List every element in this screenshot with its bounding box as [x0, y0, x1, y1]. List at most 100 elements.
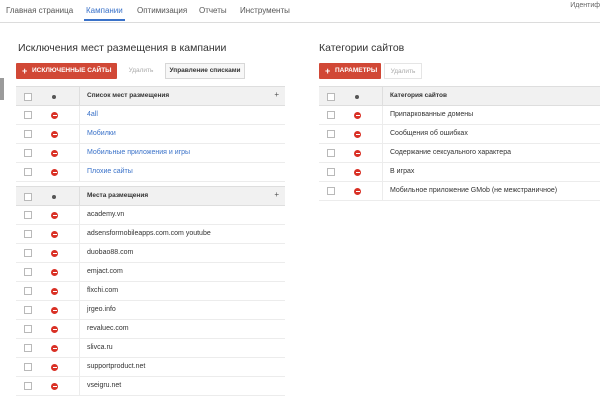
excluded-status-icon: [51, 169, 58, 176]
row-checkbox[interactable]: [24, 268, 32, 276]
row-checkbox[interactable]: [24, 287, 32, 295]
placement-list-link[interactable]: Плохие сайты: [87, 168, 133, 175]
placement-url: adsensformobileapps.com.com youtube: [87, 230, 211, 237]
table-row: Мобильные приложения и игры: [16, 144, 285, 163]
row-checkbox[interactable]: [24, 130, 32, 138]
add-parameters-button[interactable]: + ПАРАМЕТРЫ: [319, 63, 381, 79]
site-category: Мобильное приложение GMob (не межстранич…: [390, 187, 558, 194]
excluded-status-icon: [51, 112, 58, 119]
status-column-icon: [355, 95, 359, 99]
table-row: 4all: [16, 106, 285, 125]
placement-url: academy.vn: [87, 211, 125, 218]
table-row: В играх: [319, 163, 600, 182]
excluded-status-icon: [51, 150, 58, 157]
account-identifier[interactable]: Идентиф: [570, 2, 600, 9]
site-category: Сообщения об ошибках: [390, 130, 468, 137]
row-checkbox[interactable]: [24, 211, 32, 219]
excluded-status-icon: [51, 307, 58, 314]
excluded-status-icon: [354, 112, 361, 119]
table-row: Плохие сайты: [16, 163, 285, 182]
table-row: duobao88.com: [16, 244, 285, 263]
nav-tab-optimization[interactable]: Оптимизация: [137, 6, 187, 15]
excluded-status-icon: [51, 326, 58, 333]
site-category: Содержание сексуального характера: [390, 149, 511, 156]
site-category: В играх: [390, 168, 415, 175]
column-header-site-category[interactable]: Категория сайтов: [390, 92, 447, 99]
row-checkbox[interactable]: [24, 249, 32, 257]
excluded-status-icon: [51, 131, 58, 138]
placements-table: Места размещения + academy.vn adsensform…: [16, 186, 285, 396]
active-tab-indicator: [84, 19, 125, 21]
top-navigation: Главная страница Кампании Оптимизация От…: [0, 0, 600, 23]
row-checkbox[interactable]: [327, 168, 335, 176]
row-checkbox[interactable]: [327, 149, 335, 157]
excluded-status-icon: [51, 288, 58, 295]
nav-tab-campaigns[interactable]: Кампании: [86, 6, 123, 15]
status-column-icon: [52, 195, 56, 199]
row-checkbox[interactable]: [327, 130, 335, 138]
placement-lists-table: Список мест размещения + 4all Мобилки Мо…: [16, 86, 285, 182]
excluded-status-icon: [51, 364, 58, 371]
status-column-icon: [52, 95, 56, 99]
manage-lists-button[interactable]: Управление списками: [165, 63, 245, 79]
excluded-status-icon: [51, 383, 58, 390]
column-header-placements[interactable]: Места размещения: [87, 192, 148, 199]
table-row: Содержание сексуального характера: [319, 144, 600, 163]
sort-arrow-icon[interactable]: +: [274, 190, 279, 199]
add-excluded-sites-label: ИСКЛЮЧЕННЫЕ САЙТЫ: [32, 67, 112, 74]
table-row: Мобилки: [16, 125, 285, 144]
select-all-checkbox[interactable]: [327, 93, 335, 101]
placement-url: emjact.com: [87, 268, 123, 275]
excluded-status-icon: [354, 169, 361, 176]
site-category: Припаркованные домены: [390, 111, 474, 118]
placement-list-link[interactable]: Мобильные приложения и игры: [87, 149, 190, 156]
remove-category-button[interactable]: Удалить: [384, 63, 422, 79]
table-row: jrgeo.info: [16, 301, 285, 320]
add-excluded-sites-button[interactable]: + ИСКЛЮЧЕННЫЕ САЙТЫ: [16, 63, 117, 79]
table-row: revaluec.com: [16, 320, 285, 339]
table-row: supportproduct.net: [16, 358, 285, 377]
excluded-status-icon: [354, 131, 361, 138]
sort-arrow-icon[interactable]: +: [274, 90, 279, 99]
excluded-status-icon: [51, 345, 58, 352]
select-all-checkbox[interactable]: [24, 193, 32, 201]
table-header: Места размещения +: [16, 186, 285, 206]
table-row: emjact.com: [16, 263, 285, 282]
placement-url: supportproduct.net: [87, 363, 146, 370]
row-checkbox[interactable]: [24, 306, 32, 314]
excluded-status-icon: [51, 212, 58, 219]
table-row: academy.vn: [16, 206, 285, 225]
table-row: vseigru.net: [16, 377, 285, 396]
remove-button[interactable]: Удалить: [123, 63, 159, 79]
placement-list-link[interactable]: Мобилки: [87, 130, 116, 137]
excluded-status-icon: [51, 231, 58, 238]
select-all-checkbox[interactable]: [24, 93, 32, 101]
row-checkbox[interactable]: [24, 230, 32, 238]
row-checkbox[interactable]: [24, 344, 32, 352]
row-checkbox[interactable]: [24, 363, 32, 371]
row-checkbox[interactable]: [24, 149, 32, 157]
row-checkbox[interactable]: [24, 325, 32, 333]
add-parameters-label: ПАРАМЕТРЫ: [335, 67, 378, 74]
placement-list-link[interactable]: 4all: [87, 111, 98, 118]
excluded-status-icon: [51, 250, 58, 257]
placement-exclusions-title: Исключения мест размещения в кампании: [18, 42, 227, 54]
table-row: flxchi.com: [16, 282, 285, 301]
row-checkbox[interactable]: [24, 382, 32, 390]
excluded-status-icon: [354, 150, 361, 157]
nav-tab-reports[interactable]: Отчеты: [199, 6, 227, 15]
excluded-status-icon: [51, 269, 58, 276]
side-scroll-marker: [0, 78, 4, 100]
row-checkbox[interactable]: [327, 187, 335, 195]
placement-url: vseigru.net: [87, 382, 122, 389]
nav-tab-tools[interactable]: Инструменты: [240, 6, 290, 15]
nav-tab-home[interactable]: Главная страница: [6, 6, 73, 15]
table-header: Список мест размещения +: [16, 86, 285, 106]
placement-url: revaluec.com: [87, 325, 129, 332]
row-checkbox[interactable]: [24, 168, 32, 176]
row-checkbox[interactable]: [327, 111, 335, 119]
column-header-placement-list[interactable]: Список мест размещения: [87, 92, 169, 99]
excluded-status-icon: [354, 188, 361, 195]
nav-divider: [0, 22, 600, 23]
row-checkbox[interactable]: [24, 111, 32, 119]
